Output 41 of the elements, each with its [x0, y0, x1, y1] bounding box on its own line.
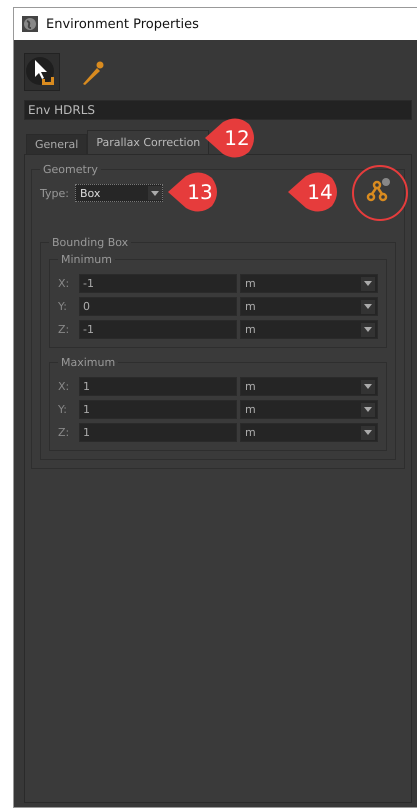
type-dropdown[interactable]: Box	[74, 184, 163, 202]
axis-label: Z:	[58, 426, 70, 439]
window-title: Environment Properties	[46, 16, 199, 32]
dropdown-arrow-icon	[364, 304, 372, 309]
unit-dropdown[interactable]: m	[240, 320, 378, 339]
unit-dropdown[interactable]: m	[240, 377, 378, 396]
group-title: Minimum	[60, 253, 113, 266]
axis-label: X:	[58, 380, 70, 393]
unit-dropdown[interactable]: m	[240, 423, 378, 442]
type-label: Type:	[40, 186, 69, 200]
node-link-icon[interactable]	[365, 176, 393, 204]
unit-dropdown[interactable]: m	[240, 297, 378, 316]
value-field[interactable]: 1	[79, 377, 237, 396]
value-field[interactable]: -1	[79, 274, 237, 293]
dropdown-arrow-icon	[150, 190, 159, 196]
dropdown-arrow-icon	[364, 430, 372, 435]
dropdown-arrow-icon	[364, 327, 372, 332]
tab[interactable]: General	[26, 134, 88, 154]
tab[interactable]: Parallax Correction	[87, 130, 210, 154]
value-field[interactable]: -1	[79, 320, 237, 339]
globe-icon	[22, 16, 38, 32]
dropdown-arrow-icon	[364, 384, 372, 389]
callout-badge: 14	[288, 172, 340, 212]
callout-badge: 13	[168, 172, 220, 212]
value-field[interactable]: 0	[79, 297, 237, 316]
axis-label: Y:	[58, 403, 68, 416]
unit-dropdown[interactable]: m	[240, 274, 378, 293]
callout-badge: 12	[205, 118, 257, 158]
axis-label: X:	[58, 277, 70, 290]
group-title: Geometry	[42, 163, 99, 176]
axis-label: Z:	[58, 323, 70, 336]
group-title: Bounding Box	[51, 236, 130, 249]
name-field[interactable]: Env HDRLS	[24, 100, 412, 120]
tool-button[interactable]	[24, 53, 60, 91]
dropdown-arrow-icon	[364, 281, 372, 286]
dropdown-arrow-icon	[364, 407, 372, 412]
group-title: Maximum	[60, 356, 116, 369]
value-field[interactable]: 1	[79, 423, 237, 442]
unit-dropdown[interactable]: m	[240, 400, 378, 419]
axis-label: Y:	[58, 300, 68, 313]
value-field[interactable]: 1	[79, 400, 237, 419]
